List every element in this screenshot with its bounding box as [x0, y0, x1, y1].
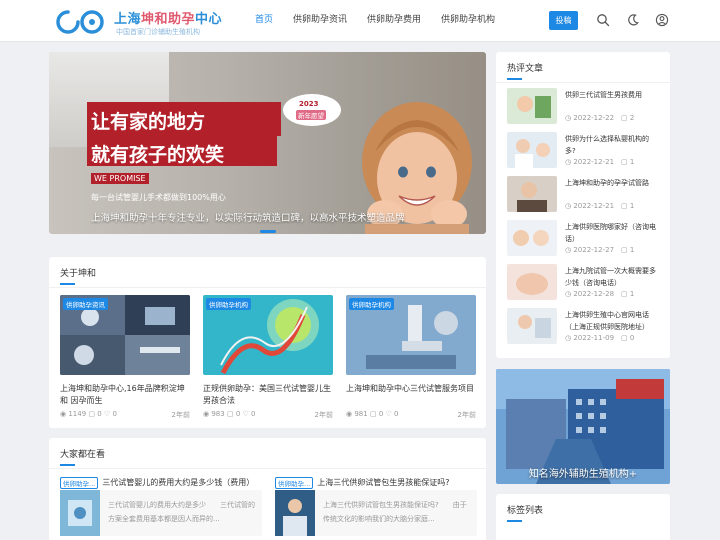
main-nav: 首页 供卵助孕资讯 供卵助孕费用 供卵助孕机构: [255, 0, 515, 42]
about-item[interactable]: 供卵助孕机构 正规供卵助孕：美国三代试管婴儿生男孩合法 ◉ 983 ▢ 0 ♡ …: [203, 295, 333, 420]
article-thumbnail[interactable]: [507, 176, 557, 212]
list-item[interactable]: 供卵三代试管生男孩费用 ◷ 2022-12-22 ▢ 2: [507, 88, 657, 126]
category-tag[interactable]: 供卵助孕机构: [206, 298, 251, 310]
category-tag[interactable]: 供卵助孕...: [60, 476, 99, 489]
section-title: 大家都在看: [60, 450, 106, 460]
article-meta: ◷ 2022-12-22 ▢ 2: [565, 114, 635, 122]
article-meta: ◉ 1149 ▢ 0 ♡ 0 2年前: [60, 410, 190, 419]
article-title[interactable]: 上海九院试管一次大概需要多少钱（咨询电话）: [565, 265, 659, 289]
article-thumbnail[interactable]: 供卵助孕资讯: [60, 295, 190, 375]
logo-subtitle: 中国首家门诊辅助生殖机构: [116, 28, 200, 36]
article-title[interactable]: 供卵为什么选择私婴机构的多?: [565, 133, 659, 157]
article-title[interactable]: 上海供卵生殖中心官网电话（上海正规供卵医院地址）: [565, 309, 659, 333]
article-preview[interactable]: 上海三代供卵试管包生男孩能保证吗? 由于传统文化的影响我们的大脑分家庭...: [275, 490, 477, 536]
hero-promise: WE PROMISE: [91, 173, 149, 184]
ad-banner[interactable]: 知名海外辅助生殖机构+: [496, 369, 670, 484]
article-thumbnail[interactable]: 供卵助孕机构: [346, 295, 476, 375]
article-thumbnail[interactable]: [507, 264, 557, 300]
comment-icon: ▢: [88, 410, 96, 418]
logo-mark-icon: [56, 10, 104, 34]
article-thumbnail[interactable]: [507, 220, 557, 256]
list-item[interactable]: 供卵为什么选择私婴机构的多? ◷ 2022-12-21 ▢ 1: [507, 132, 657, 170]
article-meta: ◷ 2022-12-21 ▢ 1: [565, 202, 635, 210]
carousel-indicator[interactable]: [260, 230, 276, 233]
about-item[interactable]: 供卵助孕资讯 上海坤和助孕中心,16年品牌积淀坤和 因孕而生 ◉ 1149 ▢ …: [60, 295, 190, 420]
list-item[interactable]: 上海供卵生殖中心官网电话（上海正规供卵医院地址） ◷ 2022-11-09 ▢ …: [507, 308, 657, 346]
popular-section: 大家都在看 供卵助孕... 三代试管婴儿的费用大约是多少钱（费用） 三代试管婴儿的…: [49, 438, 486, 540]
hero-headline-1: 让有家的地方: [91, 111, 206, 133]
article-title[interactable]: 上海坤和助孕中心,16年品牌积淀坤和 因孕而生: [60, 383, 190, 407]
article-thumbnail[interactable]: [60, 490, 100, 536]
hot-articles-widget: 热评文章 供卵三代试管生男孩费用 ◷ 2022-12-22 ▢ 2 供卵为什么选…: [496, 52, 670, 358]
article-title[interactable]: 正规供卵助孕：美国三代试管婴儿生男孩合法: [203, 383, 333, 407]
ad-text[interactable]: 知名海外辅助生殖机构+: [496, 465, 670, 480]
nav-cost[interactable]: 供卵助孕费用: [367, 0, 421, 42]
article-preview[interactable]: 三代试管婴儿的费用大约是多少 三代试管的方案全套费用基本都是因人而异的...: [60, 490, 262, 536]
category-tag[interactable]: 供卵助孕机构: [349, 298, 394, 310]
hero-promise-line: 每一台试管婴儿手术都做到100%用心: [91, 193, 226, 202]
article-meta: ◷ 2022-11-09 ▢ 0: [565, 334, 635, 342]
nav-home[interactable]: 首页: [255, 0, 273, 42]
eye-icon: ◉: [346, 410, 353, 418]
tags-widget: 标签列表: [496, 494, 670, 540]
article-meta: ◷ 2022-12-28 ▢ 1: [565, 290, 635, 298]
section-title: 标签列表: [507, 506, 544, 516]
site-logo[interactable]: 上海坤和助孕中心 中国首家门诊辅助生殖机构: [54, 6, 222, 38]
site-header: 上海坤和助孕中心 中国首家门诊辅助生殖机构 首页 供卵助孕资讯 供卵助孕费用 供…: [0, 0, 720, 42]
submit-article-button[interactable]: 投稿: [549, 11, 578, 30]
bubble-year: 2023: [299, 100, 319, 108]
user-icon[interactable]: [655, 13, 669, 27]
like-icon: ♡: [385, 410, 392, 418]
comment-icon: ▢: [369, 410, 377, 418]
list-item[interactable]: 上海供卵医院哪家好（咨询电话） ◷ 2022-12-27 ▢ 1: [507, 220, 657, 258]
article-title[interactable]: 上海坤和助孕中心三代试管服务项目: [346, 383, 476, 407]
article-meta: ◉ 983 ▢ 0 ♡ 0 2年前: [203, 410, 333, 419]
article-title[interactable]: 供卵三代试管生男孩费用: [565, 89, 659, 101]
article-title[interactable]: 上海坤和助孕的孕孕试管路: [565, 177, 659, 189]
article-meta: ◉ 981 ▢ 0 ♡ 0 2年前: [346, 410, 476, 419]
like-icon: ♡: [103, 410, 111, 418]
article-thumbnail[interactable]: [507, 308, 557, 344]
logo-title: 上海坤和助孕中心: [114, 12, 223, 27]
like-icon: ♡: [242, 410, 249, 418]
article-meta: ◷ 2022-12-27 ▢ 1: [565, 246, 635, 254]
about-section: 关于坤和 供卵助孕资讯 上海坤和助孕中心,16年品牌积淀坤和 因孕而生 ◉ 11…: [49, 257, 486, 428]
category-tag[interactable]: 供卵助孕资讯: [63, 298, 108, 310]
eye-icon: ◉: [203, 410, 210, 418]
section-title: 热评文章: [507, 64, 544, 74]
about-item[interactable]: 供卵助孕机构 上海坤和助孕中心三代试管服务项目 ◉ 981 ▢ 0 ♡ 0 2年…: [346, 295, 476, 420]
list-item[interactable]: 上海九院试管一次大概需要多少钱（咨询电话） ◷ 2022-12-28 ▢ 1: [507, 264, 657, 302]
list-item[interactable]: 上海坤和助孕的孕孕试管路 ◷ 2022-12-21 ▢ 1: [507, 176, 657, 214]
article-title[interactable]: 上海三代供卵试管包生男孩能保证吗?: [317, 477, 449, 488]
list-item[interactable]: 供卵助孕... 上海三代供卵试管包生男孩能保证吗?: [275, 472, 449, 489]
article-thumbnail[interactable]: [507, 88, 557, 124]
category-tag[interactable]: 供卵助孕...: [275, 476, 314, 489]
section-title: 关于坤和: [60, 269, 97, 279]
article-excerpt: 三代试管婴儿的费用大约是多少 三代试管的方案全套费用基本都是因人而异的...: [108, 501, 255, 523]
hero-headline-2: 就有孩子的欢笑: [91, 144, 225, 166]
comment-icon: ▢: [226, 410, 234, 418]
article-excerpt: 上海三代供卵试管包生男孩能保证吗? 由于传统文化的影响我们的大脑分家庭...: [323, 501, 467, 523]
list-item[interactable]: 供卵助孕... 三代试管婴儿的费用大约是多少钱（费用）: [60, 472, 254, 489]
hero-caption[interactable]: 上海坤和助孕十年专注专业，以实际行动筑造口碑，以高水平技术塑造品牌: [91, 210, 405, 224]
article-meta: ◷ 2022-12-21 ▢ 1: [565, 158, 635, 166]
nav-institutions[interactable]: 供卵助孕机构: [441, 0, 495, 42]
article-title[interactable]: 上海供卵医院哪家好（咨询电话）: [565, 221, 659, 245]
article-thumbnail[interactable]: [507, 132, 557, 168]
search-icon[interactable]: [596, 13, 610, 27]
nav-news[interactable]: 供卵助孕资讯: [293, 0, 347, 42]
bubble-text: 新年愿望: [296, 110, 326, 120]
dark-mode-icon[interactable]: [626, 13, 640, 27]
eye-icon: ◉: [60, 410, 67, 418]
article-thumbnail[interactable]: [275, 490, 315, 536]
hero-carousel[interactable]: 让有家的地方 就有孩子的欢笑 2023 新年愿望 WE PROMISE 每一台试…: [49, 52, 486, 234]
article-thumbnail[interactable]: 供卵助孕机构: [203, 295, 333, 375]
article-title[interactable]: 三代试管婴儿的费用大约是多少钱（费用）: [102, 477, 254, 488]
